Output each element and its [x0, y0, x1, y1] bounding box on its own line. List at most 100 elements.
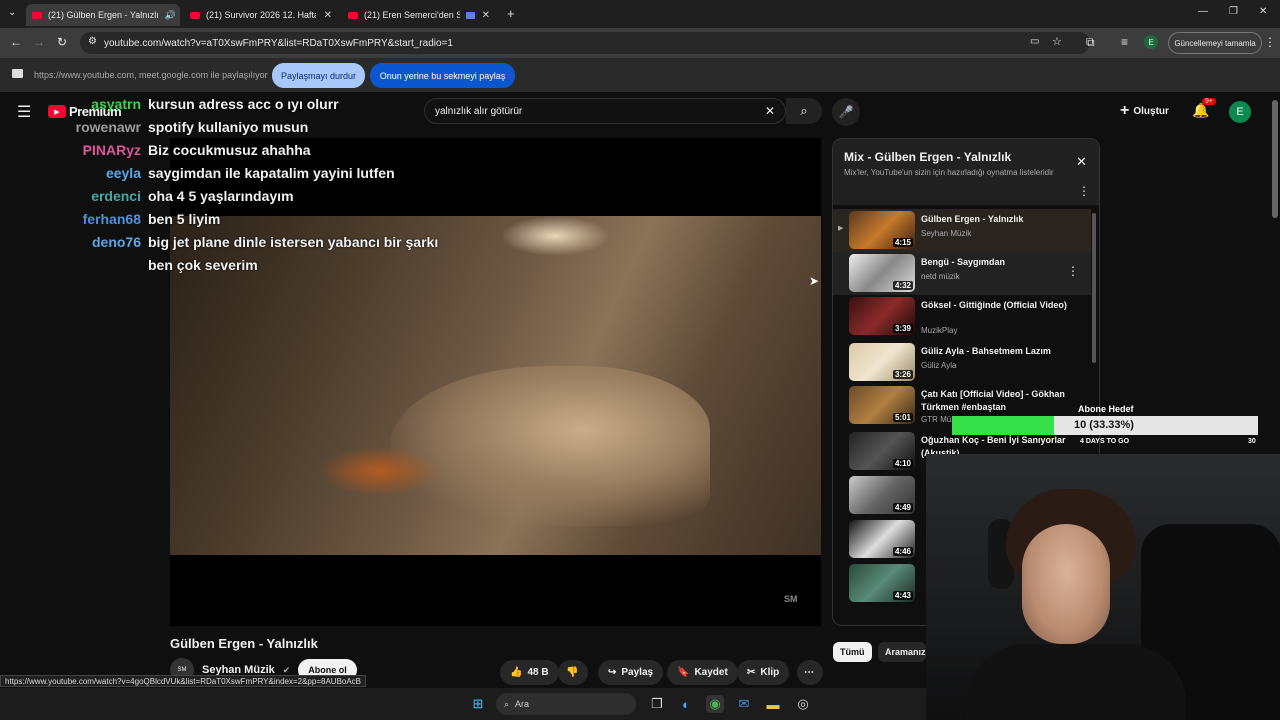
search-input[interactable]: yalnızlık alır götürür ✕ [424, 98, 786, 124]
forward-icon[interactable]: → [33, 35, 45, 49]
verified-icon: ✔ [282, 664, 291, 675]
edge-browser-icon[interactable]: ◐ [677, 695, 695, 713]
chat-username: asyatrn [91, 96, 141, 112]
clip-button[interactable]: ✂ Klip [737, 660, 790, 685]
tab-eren-semerci[interactable]: (21) Eren Semerci'den Surv ✕ [342, 4, 496, 26]
video-frame [170, 216, 821, 555]
install-icon[interactable]: ▭ [1030, 36, 1039, 47]
item-title: Güliz Ayla - Bahsetmem Lazım [921, 346, 1051, 356]
thumbs-down-icon: 👎 [566, 667, 579, 678]
page-scrollbar[interactable] [1272, 100, 1278, 218]
share-button[interactable]: ↪ Paylaş [598, 660, 664, 685]
notifications-button[interactable]: 🔔 9+ [1192, 98, 1216, 119]
taskbar-search[interactable]: ⌕ Ara [496, 693, 636, 715]
chat-message: spotify kullaniyo musun [148, 119, 309, 135]
update-button[interactable]: Güncellemeyi tamamla [1168, 32, 1262, 54]
clip-label: Klip [760, 667, 780, 678]
playlist-item[interactable]: 4:32 Bengü - Saygımdan netd müzik ⋮ [833, 252, 1091, 295]
stop-sharing-button[interactable]: Paylaşmayı durdur [272, 63, 365, 88]
voice-search-button[interactable]: 🎤 [832, 98, 860, 126]
bookmark-star-icon[interactable]: ☆ [1052, 35, 1062, 48]
item-channel: netd müzik [921, 272, 960, 281]
address-bar[interactable]: ⚙ youtube.com/watch?v=aT0XswFmPRY&list=R… [80, 32, 1090, 54]
url-text: youtube.com/watch?v=aT0XswFmPRY&list=RDa… [104, 37, 453, 49]
duration: 4:43 [892, 591, 913, 600]
goal-target: 30 [1248, 438, 1256, 445]
lamp-light [500, 216, 610, 256]
windows-start-icon[interactable]: ⊞ [469, 695, 487, 713]
tab-title: (21) Gülben Ergen - Yalnızlı [48, 10, 159, 20]
video-thumbnail: 3:39 [849, 297, 915, 335]
account-avatar[interactable]: E [1229, 101, 1251, 123]
mail-icon[interactable]: ✉ [735, 695, 753, 713]
scissors-icon: ✂ [747, 667, 756, 678]
playlist-item[interactable]: 3:26 Güliz Ayla - Bahsetmem Lazım Güliz … [833, 341, 1091, 384]
close-icon[interactable]: ✕ [482, 10, 490, 21]
obs-icon[interactable]: ◎ [794, 695, 812, 713]
save-button[interactable]: 🔖 Kaydet [667, 660, 738, 685]
task-view-icon[interactable]: ❐ [648, 695, 666, 713]
face-shape [1022, 524, 1110, 644]
media-control-icon[interactable]: ≡ [1121, 35, 1128, 49]
search-button[interactable]: ⌕ [786, 98, 822, 124]
video-player[interactable]: SM [170, 138, 821, 626]
video-thumbnail: 4:46 [849, 520, 915, 558]
menu-icon[interactable]: ⋮ [1264, 35, 1276, 49]
search-icon: ⌕ [800, 103, 808, 118]
site-info-icon[interactable]: ⚙ [88, 36, 97, 47]
chip-all[interactable]: Tümü [833, 642, 872, 662]
file-explorer-icon[interactable]: ▬ [764, 695, 782, 713]
audio-icon[interactable]: 🔊 [165, 10, 176, 21]
item-menu-icon[interactable]: ⋮ [1067, 264, 1079, 278]
more-actions-button[interactable]: ⋯ [797, 660, 823, 685]
chip-search[interactable]: Aramanız [878, 642, 926, 662]
chat-username: erdenci [91, 188, 141, 204]
dislike-button[interactable]: 👎 [558, 660, 588, 685]
chat-username: ferhan68 [82, 211, 141, 227]
new-tab-icon[interactable]: + [507, 6, 515, 21]
video-thumbnail: 4:43 [849, 564, 915, 602]
bookmark-icon: 🔖 [677, 667, 690, 678]
share-this-tab-button[interactable]: Onun yerine bu sekmeyi paylaş [370, 63, 515, 88]
arm-shape [390, 366, 710, 526]
video-thumbnail: 4:32 [849, 254, 915, 292]
close-playlist-icon[interactable]: ✕ [1076, 154, 1087, 170]
like-button[interactable]: 👍 48 B [500, 660, 559, 685]
chat-message: oha 4 5 yaşlarındayım [148, 188, 294, 204]
browser-tab-strip: ⌄ (21) Gülben Ergen - Yalnızlı 🔊 ✕ (21) … [0, 0, 1280, 28]
create-button[interactable]: + Oluştur [1120, 102, 1169, 120]
maximize-icon[interactable]: ❐ [1229, 6, 1238, 17]
extensions-icon[interactable]: ⧉ [1086, 35, 1095, 50]
item-channel: Güliz Ayla [921, 361, 957, 370]
tab-search-icon[interactable]: ⌄ [8, 7, 16, 18]
close-icon[interactable]: ✕ [324, 10, 332, 21]
clear-search-icon[interactable]: ✕ [765, 104, 775, 118]
link-status-url: https://www.youtube.com/watch?v=4goQBlcd… [0, 675, 367, 687]
tab-gulben-ergen[interactable]: (21) Gülben Ergen - Yalnızlı 🔊 ✕ [26, 4, 180, 26]
tab-survivor[interactable]: (21) Survivor 2026 12. Hafta 4. B ✕ [184, 4, 338, 26]
chat-message: ben çok severim [148, 257, 258, 273]
playlist-menu-icon[interactable]: ⋮ [1078, 184, 1090, 198]
screen-share-icon [466, 11, 475, 19]
microphone-icon: 🎤 [838, 105, 854, 119]
goal-days-left: 4 DAYS TO GO [1080, 438, 1130, 445]
chrome-icon[interactable]: ◉ [706, 695, 724, 713]
playlist-item[interactable]: ▶ 4:15 Gülben Ergen - Yalnızlık Seyhan M… [833, 209, 1091, 252]
hamburger-menu-icon[interactable]: ☰ [17, 102, 31, 122]
share-label: Paylaş [621, 667, 654, 678]
profile-avatar[interactable]: E [1144, 35, 1158, 49]
back-icon[interactable]: ← [10, 35, 22, 49]
playlist-scrollbar[interactable] [1092, 213, 1096, 363]
reload-icon[interactable]: ↻ [57, 35, 67, 49]
playlist-item[interactable]: 3:39 Göksel - Gittiğinde (Official Video… [833, 295, 1091, 338]
minimize-icon[interactable]: — [1198, 6, 1208, 17]
share-icon: ↪ [608, 667, 617, 678]
goal-value: 10 (33.33%) [1074, 419, 1134, 431]
duration: 5:01 [892, 413, 913, 422]
close-window-icon[interactable]: ✕ [1259, 6, 1267, 17]
share-screen-icon [12, 69, 23, 78]
windows-taskbar: ⊞ ⌕ Ara ❐ ◐ ◉ ✉ ▬ ◎ [0, 688, 926, 720]
chat-message: saygimdan ile kapatalim yayini lutfen [148, 165, 395, 181]
share-message: https://www.youtube.com, meet.google.com… [34, 70, 268, 80]
chat-username: eeyla [105, 165, 141, 181]
